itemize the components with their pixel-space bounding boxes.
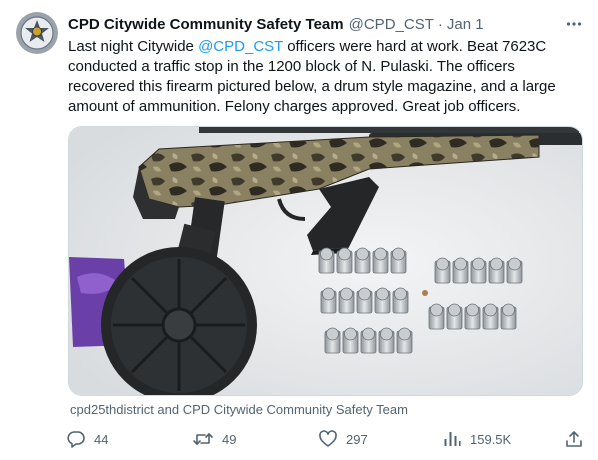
retweet-count: 49 (222, 431, 237, 447)
reply-button[interactable]: 44 (66, 426, 108, 452)
display-name[interactable]: CPD Citywide Community Safety Team (68, 16, 344, 33)
avatar[interactable] (16, 12, 58, 54)
tweet-text: Last night Citywide @CPD_CST officers we… (68, 37, 580, 117)
tagged-users[interactable]: cpd25thdistrict and CPD Citywide Communi… (70, 402, 408, 417)
reply-count: 44 (94, 431, 109, 447)
tweet[interactable]: CPD Citywide Community Safety Team @CPD_… (0, 0, 598, 460)
tweet-photo[interactable] (68, 126, 583, 396)
more-icon (566, 22, 582, 26)
share-button[interactable] (564, 426, 584, 452)
share-icon (566, 431, 582, 447)
heart-icon (319, 430, 337, 447)
retweet-button[interactable]: 49 (192, 426, 236, 452)
tweet-date[interactable]: Jan 1 (447, 16, 484, 33)
views-icon (444, 432, 461, 446)
police-star-icon (16, 12, 58, 54)
tweet-text-part: Last night Citywide (68, 38, 199, 55)
firearm-photo-image (69, 127, 582, 395)
like-button[interactable]: 297 (318, 426, 368, 452)
user-handle[interactable]: @CPD_CST (349, 16, 434, 33)
retweet-icon (193, 433, 213, 445)
separator-dot: · (437, 15, 443, 33)
tweet-header: CPD Citywide Community Safety Team @CPD_… (68, 14, 568, 34)
views-button[interactable]: 159.5K (442, 426, 511, 452)
mention-link[interactable]: @CPD_CST (198, 38, 283, 55)
view-count: 159.5K (470, 431, 512, 447)
reply-icon (67, 431, 85, 448)
like-count: 297 (346, 431, 368, 447)
more-button[interactable] (560, 12, 588, 36)
action-bar: 44 49 297 159.5K (66, 426, 586, 452)
